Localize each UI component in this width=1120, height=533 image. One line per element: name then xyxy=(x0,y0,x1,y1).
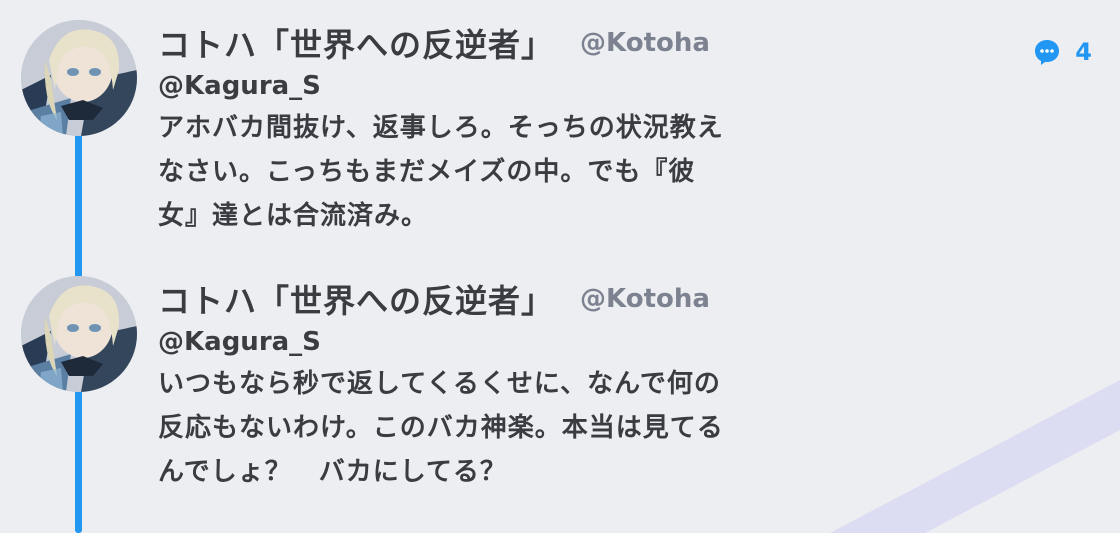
user-handle[interactable]: @Kotoha xyxy=(580,28,710,58)
reply-to-handle[interactable]: @Kagura_S xyxy=(158,66,858,106)
user-handle[interactable]: @Kotoha xyxy=(580,284,710,314)
avatar[interactable] xyxy=(21,276,137,392)
post-message: アホバカ間抜け、返事しろ。そっちの状況教え なさい。こっちもまだメイズの中。でも… xyxy=(158,113,724,231)
display-name: コトハ「世界への反逆者」 xyxy=(158,26,555,64)
reply-count-value: 4 xyxy=(1075,38,1092,66)
avatar[interactable] xyxy=(21,20,137,136)
character-avatar-icon xyxy=(21,276,137,392)
reply-to-handle[interactable]: @Kagura_S xyxy=(158,322,858,362)
character-avatar-icon xyxy=(21,20,137,136)
display-name: コトハ「世界への反逆者」 xyxy=(158,282,555,320)
reply-count-button[interactable]: 4 xyxy=(1033,38,1092,66)
speech-bubble-icon xyxy=(1035,40,1060,65)
post-message: いつもなら秒で返してくるくせに、なんで何の 反応もないわけ。このバカ神楽。本当は… xyxy=(158,369,724,487)
